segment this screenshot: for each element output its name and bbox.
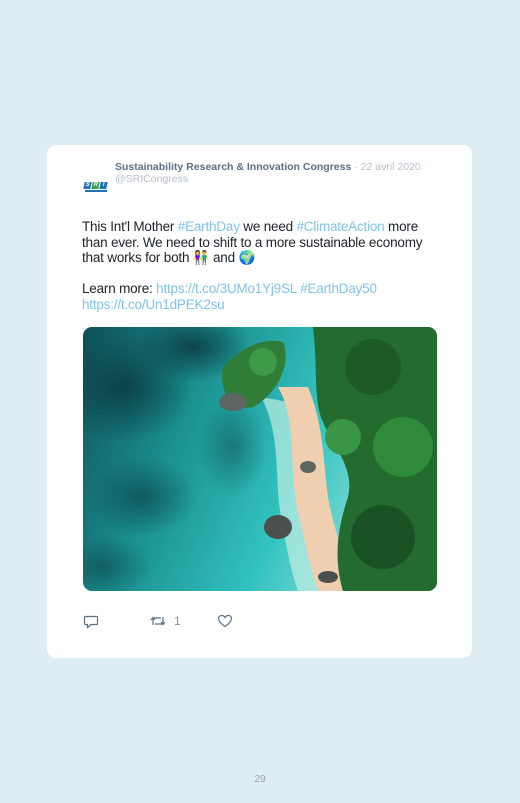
logo-underline <box>85 190 107 192</box>
people-emoji: 👫 <box>192 250 210 265</box>
author-name[interactable]: Sustainability Research & Innovation Con… <box>115 161 351 173</box>
text-segment: This Int'l Mother <box>82 219 178 234</box>
earth-emoji: 🌍 <box>238 250 256 265</box>
tweet-photo[interactable] <box>83 327 437 591</box>
page-number: 29 <box>254 774 266 785</box>
tweet-date[interactable]: · 22 avril 2020 <box>354 161 421 173</box>
logo-letter-i: I <box>99 182 108 189</box>
aerial-coastline-image <box>83 327 437 591</box>
reply-button[interactable] <box>83 613 99 629</box>
hashtag-earthday50[interactable]: #EarthDay50 <box>300 281 377 296</box>
tweet-card: S R I Sustainability Research & Innovati… <box>47 145 472 658</box>
retweet-button[interactable]: 1 <box>149 613 181 629</box>
retweet-icon <box>150 616 166 626</box>
hashtag-earthday[interactable]: #EarthDay <box>178 219 240 234</box>
tweet-header: Sustainability Research & Innovation Con… <box>115 161 435 185</box>
link-1[interactable]: https://t.co/3UMo1Yj9SL <box>156 281 297 296</box>
text-segment: we need <box>239 219 297 234</box>
like-button[interactable] <box>217 613 233 629</box>
text-segment: and <box>209 250 239 265</box>
learn-more-label: Learn more: <box>82 281 157 296</box>
link-2[interactable]: https://t.co/Un1dPEK2su <box>82 297 225 312</box>
author-handle[interactable]: @SRICongress <box>115 173 188 185</box>
reply-icon <box>83 615 99 629</box>
sri-logo-avatar[interactable]: S R I <box>83 180 109 196</box>
tweet-actions: 1 <box>83 613 283 629</box>
retweet-count: 1 <box>174 614 181 628</box>
hashtag-climateaction[interactable]: #ClimateAction <box>297 219 385 234</box>
heart-icon <box>217 614 233 628</box>
tweet-text: This Int'l Mother #EarthDay we need #Cli… <box>82 219 442 312</box>
